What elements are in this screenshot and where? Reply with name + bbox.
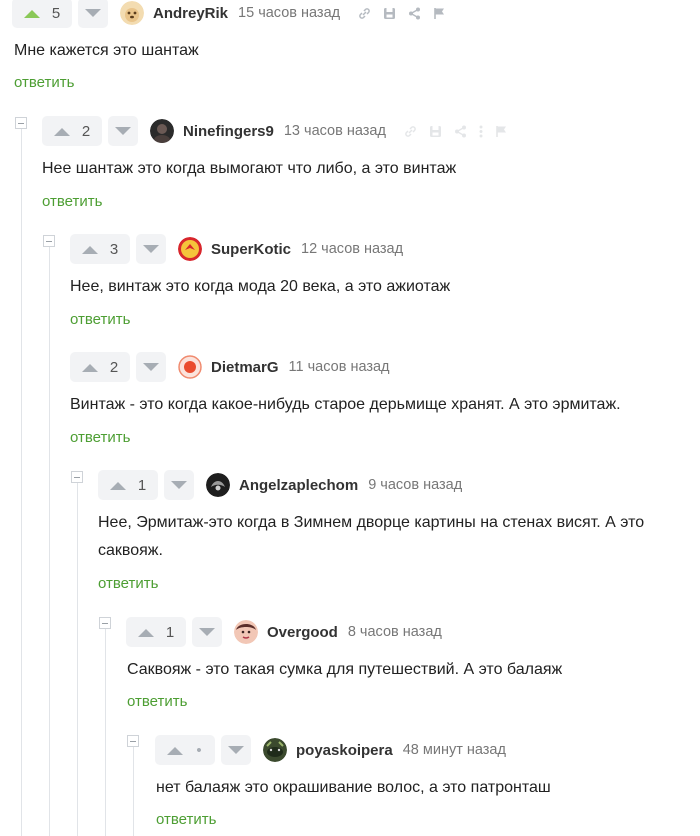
thread-line — [105, 629, 106, 836]
downvote-button[interactable] — [136, 352, 166, 382]
reply-link[interactable]: ответить — [127, 693, 187, 710]
author-name[interactable]: AndreyRik — [153, 5, 228, 22]
vote-box: 2 — [42, 116, 102, 146]
thread-line — [77, 483, 78, 836]
comment-text: Мне кажется это шантаж — [14, 42, 199, 59]
downvote-arrow-icon — [143, 244, 159, 253]
reply-link[interactable]: ответить — [98, 575, 158, 592]
comment-text: Саквояж - это такая сумка для путешестви… — [127, 661, 563, 678]
vote-box: 1 — [126, 617, 186, 647]
author-name[interactable]: Ninefingers9 — [183, 123, 274, 140]
collapse-thread-button[interactable] — [15, 117, 27, 129]
thread-line — [21, 129, 22, 836]
vote-box: 2 — [70, 352, 130, 382]
reply-link[interactable]: ответить — [70, 429, 130, 446]
dark-portrait-avatar-icon[interactable] — [150, 119, 174, 143]
vote-count: 3 — [109, 240, 119, 258]
downvote-button[interactable] — [164, 470, 194, 500]
vote-panel: 3 — [70, 234, 166, 264]
link-icon[interactable] — [404, 125, 417, 138]
vote-panel: 2 — [42, 116, 138, 146]
vote-box: 1 — [98, 470, 158, 500]
share-icon[interactable] — [408, 7, 421, 20]
collapse-thread-button[interactable] — [99, 617, 111, 629]
vote-count: 2 — [109, 358, 119, 376]
downvote-button[interactable] — [221, 735, 251, 765]
comment-time[interactable]: 13 часов назад — [284, 123, 386, 139]
author-name[interactable]: Angelzaplechom — [239, 477, 358, 494]
comment-time[interactable]: 15 часов назад — [238, 5, 340, 21]
author-name[interactable]: Overgood — [267, 624, 338, 641]
author-name[interactable]: poyaskoipera — [296, 742, 393, 759]
collapse-thread-button[interactable] — [71, 471, 83, 483]
downvote-button[interactable] — [136, 234, 166, 264]
comment-time[interactable]: 8 часов назад — [348, 624, 442, 640]
vote-panel: 2 — [70, 352, 166, 382]
upvote-arrow-icon[interactable] — [79, 242, 101, 256]
save-icon[interactable] — [383, 7, 396, 20]
downvote-arrow-icon — [171, 480, 187, 489]
comment-text: нет балаяж это окрашивание волос, а это … — [156, 779, 551, 796]
comment-time[interactable]: 48 минут назад — [403, 742, 506, 758]
flag-icon[interactable] — [495, 125, 508, 138]
grey-wing-avatar-icon[interactable] — [206, 473, 230, 497]
comment-text: Нее, Эрмитаж-это когда в Зимнем дворце к… — [98, 514, 645, 559]
dog-avatar-icon[interactable] — [120, 1, 144, 25]
more-icon[interactable] — [479, 125, 483, 138]
downvote-arrow-icon — [228, 745, 244, 754]
upvote-arrow-icon[interactable] — [164, 743, 186, 757]
downvote-button[interactable] — [108, 116, 138, 146]
downvote-arrow-icon — [85, 8, 101, 17]
reply-link[interactable]: ответить — [14, 74, 74, 91]
upvote-arrow-icon[interactable] — [51, 124, 73, 138]
downvote-arrow-icon — [143, 362, 159, 371]
downvote-button[interactable] — [78, 0, 108, 28]
upvote-arrow-icon[interactable] — [79, 360, 101, 374]
vote-count: 5 — [51, 4, 61, 22]
vote-count: 1 — [165, 623, 175, 641]
vote-box: • — [155, 735, 215, 765]
upvote-arrow-icon[interactable] — [21, 6, 43, 20]
vote-box: 3 — [70, 234, 130, 264]
vote-panel: 5 — [12, 0, 108, 28]
upvote-arrow-icon[interactable] — [135, 625, 157, 639]
vote-panel: 1 — [126, 617, 222, 647]
vote-count: 1 — [137, 476, 147, 494]
author-name[interactable]: DietmarG — [211, 359, 279, 376]
comment-time[interactable]: 12 часов назад — [301, 241, 403, 257]
link-icon[interactable] — [358, 7, 371, 20]
collapse-thread-button[interactable] — [127, 735, 139, 747]
author-name[interactable]: SuperKotic — [211, 241, 291, 258]
comment-text: Нее, винтаж это когда мода 20 века, а эт… — [70, 278, 451, 295]
comment-time[interactable]: 9 часов назад — [368, 477, 462, 493]
face-avatar-icon[interactable] — [234, 620, 258, 644]
comment-time[interactable]: 11 часов назад — [289, 359, 390, 375]
downvote-arrow-icon — [199, 627, 215, 636]
save-icon[interactable] — [429, 125, 442, 138]
vote-count: 2 — [81, 122, 91, 140]
reply-link[interactable]: ответить — [42, 193, 102, 210]
collapse-thread-button[interactable] — [43, 235, 55, 247]
share-icon[interactable] — [454, 125, 467, 138]
animal-avatar-icon[interactable] — [263, 738, 287, 762]
reply-link[interactable]: ответить — [70, 311, 130, 328]
comment-text: Винтаж - это когда какое-нибудь старое д… — [70, 396, 621, 413]
thread-line — [133, 747, 134, 836]
vote-panel: 1 — [98, 470, 194, 500]
vote-panel: • — [155, 735, 251, 765]
red-logo-avatar-icon[interactable] — [178, 237, 202, 261]
record-button-avatar-icon[interactable] — [178, 355, 202, 379]
vote-box: 5 — [12, 0, 72, 28]
upvote-arrow-icon[interactable] — [107, 478, 129, 492]
reply-link[interactable]: ответить — [156, 811, 216, 828]
flag-icon[interactable] — [433, 7, 446, 20]
downvote-arrow-icon — [115, 126, 131, 135]
comment-text: Нее шантаж это когда вымогают что либо, … — [42, 160, 457, 177]
vote-count: • — [196, 741, 202, 759]
downvote-button[interactable] — [192, 617, 222, 647]
thread-line — [49, 247, 50, 836]
